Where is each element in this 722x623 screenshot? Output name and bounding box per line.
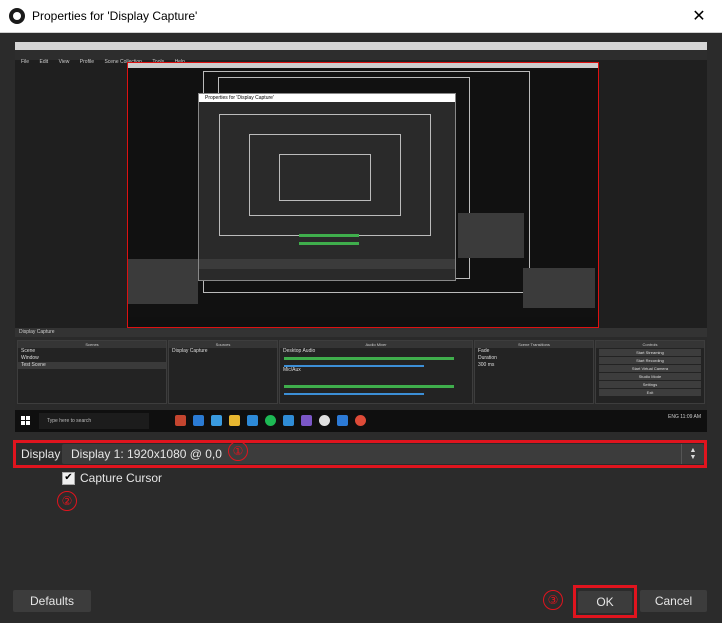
step-marker-1: ① bbox=[228, 441, 248, 461]
app-icon bbox=[337, 415, 348, 426]
window-titlebar: Properties for 'Display Capture' ✕ bbox=[0, 0, 722, 33]
preview-audio-meter bbox=[284, 385, 454, 388]
defaults-button[interactable]: Defaults bbox=[13, 590, 91, 612]
recursive-controls-dock bbox=[523, 268, 595, 308]
capture-cursor-option[interactable]: ✔ Capture Cursor bbox=[62, 471, 162, 485]
capture-cursor-label: Capture Cursor bbox=[80, 471, 163, 485]
recursive-frame bbox=[279, 154, 371, 201]
app-icon bbox=[211, 415, 222, 426]
preview-controls-dock: Controls Start Streaming Start Recording… bbox=[595, 340, 705, 404]
app-icon bbox=[175, 415, 186, 426]
recursive-scenes-dock bbox=[128, 259, 198, 304]
windows-start-icon bbox=[21, 416, 30, 425]
recursive-display-row bbox=[199, 259, 455, 269]
ok-button[interactable]: OK bbox=[578, 591, 632, 613]
preview-volume-slider bbox=[284, 365, 424, 367]
close-icon[interactable]: ✕ bbox=[676, 0, 722, 32]
preview-control-button: Start Recording bbox=[599, 357, 701, 364]
preview-menu-item: File bbox=[21, 59, 30, 65]
preview-docks: Display Capture Scenes Scene Window Test… bbox=[15, 328, 707, 410]
preview-transitions-dock: Scene Transitions Fade Duration 300 ms bbox=[474, 340, 594, 404]
capture-preview: File Edit View Profile Scene Collection … bbox=[15, 42, 707, 432]
preview-audio-meter bbox=[284, 357, 454, 360]
preview-duration-label: Duration bbox=[478, 355, 497, 361]
ok-button-highlight: OK bbox=[573, 585, 637, 618]
preview-scenes-dock: Scenes Scene Window Test Scene bbox=[17, 340, 167, 404]
preview-volume-slider bbox=[284, 393, 424, 395]
recursive-meter bbox=[299, 234, 359, 237]
capture-cursor-checkbox[interactable]: ✔ bbox=[62, 471, 75, 485]
display-label: Display bbox=[21, 447, 61, 461]
preview-scene-item: Test Scene bbox=[18, 362, 166, 369]
preview-window-titlebar bbox=[15, 42, 707, 50]
chevron-up-icon: ▲ bbox=[689, 447, 697, 454]
preview-control-button: Studio Mode bbox=[599, 373, 701, 380]
preview-system-tray: ENG 11:09 AM bbox=[668, 414, 701, 420]
recursive-dialog-title: Properties for 'Display Capture' bbox=[199, 94, 455, 102]
recursive-properties-dialog: Properties for 'Display Capture' bbox=[198, 93, 456, 281]
recursive-controls-dock bbox=[458, 213, 524, 258]
display-setting-row: Display Display 1: 1920x1080 @ 0,0 ▲ ▼ bbox=[13, 440, 707, 468]
preview-scene-item: Scene bbox=[21, 348, 36, 354]
app-icon bbox=[301, 415, 312, 426]
chevron-updown-icon[interactable]: ▲ ▼ bbox=[681, 444, 704, 464]
preview-taskbar: Type here to search ENG 11:09 AM bbox=[15, 410, 707, 432]
preview-transitions-header: Scene Transitions bbox=[475, 341, 593, 348]
recursive-meter bbox=[299, 242, 359, 245]
spotify-icon bbox=[265, 415, 276, 426]
obs-icon bbox=[319, 415, 330, 426]
obs-logo-icon bbox=[9, 8, 25, 24]
preview-scene-item: Window bbox=[21, 355, 39, 361]
preview-control-button: Start Streaming bbox=[599, 349, 701, 356]
preview-duration-value: 300 ms bbox=[478, 362, 495, 368]
preview-sources-dock: Sources Display Capture bbox=[168, 340, 278, 404]
recursive-preview: Properties for 'Display Capture' bbox=[127, 62, 599, 328]
preview-mixer-track: Mic/Aux bbox=[283, 367, 301, 373]
preview-transition-value: Fade bbox=[478, 348, 490, 354]
preview-dock-bar: Display Capture bbox=[15, 328, 707, 337]
app-icon bbox=[193, 415, 204, 426]
recursive-titlebar bbox=[128, 63, 598, 68]
chevron-down-icon: ▼ bbox=[689, 454, 697, 461]
step-marker-3: ③ bbox=[543, 590, 563, 610]
step-marker-2: ② bbox=[57, 491, 77, 511]
preview-mixer-dock: Audio Mixer Desktop Audio Mic/Aux bbox=[279, 340, 473, 404]
preview-scenes-header: Scenes bbox=[18, 341, 166, 348]
preview-menubar: File Edit View Profile Scene Collection … bbox=[15, 50, 707, 65]
app-icon bbox=[247, 415, 258, 426]
preview-source-item: Display Capture bbox=[172, 348, 208, 354]
preview-menu-item: Profile bbox=[79, 59, 94, 65]
display-select-value: Display 1: 1920x1080 @ 0,0 bbox=[71, 447, 222, 461]
preview-mixer-track: Desktop Audio bbox=[283, 348, 316, 354]
preview-controls-header: Controls bbox=[596, 341, 704, 348]
preview-control-button: Settings bbox=[599, 381, 701, 388]
preview-menu-item: Edit bbox=[39, 59, 49, 65]
preview-menu-item: View bbox=[58, 59, 70, 65]
preview-control-button: Start Virtual Camera bbox=[599, 365, 701, 372]
app-icon bbox=[283, 415, 294, 426]
display-select[interactable]: Display 1: 1920x1080 @ 0,0 ▲ ▼ bbox=[62, 444, 704, 464]
recursive-taskbar bbox=[128, 317, 598, 327]
preview-mixer-header: Audio Mixer bbox=[280, 341, 472, 348]
preview-sources-header: Sources bbox=[169, 341, 277, 348]
window-title: Properties for 'Display Capture' bbox=[32, 9, 198, 23]
folder-icon bbox=[229, 415, 240, 426]
chrome-icon bbox=[355, 415, 366, 426]
preview-control-button: Exit bbox=[599, 389, 701, 396]
preview-taskbar-search: Type here to search bbox=[39, 413, 149, 429]
cancel-button[interactable]: Cancel bbox=[640, 590, 707, 612]
